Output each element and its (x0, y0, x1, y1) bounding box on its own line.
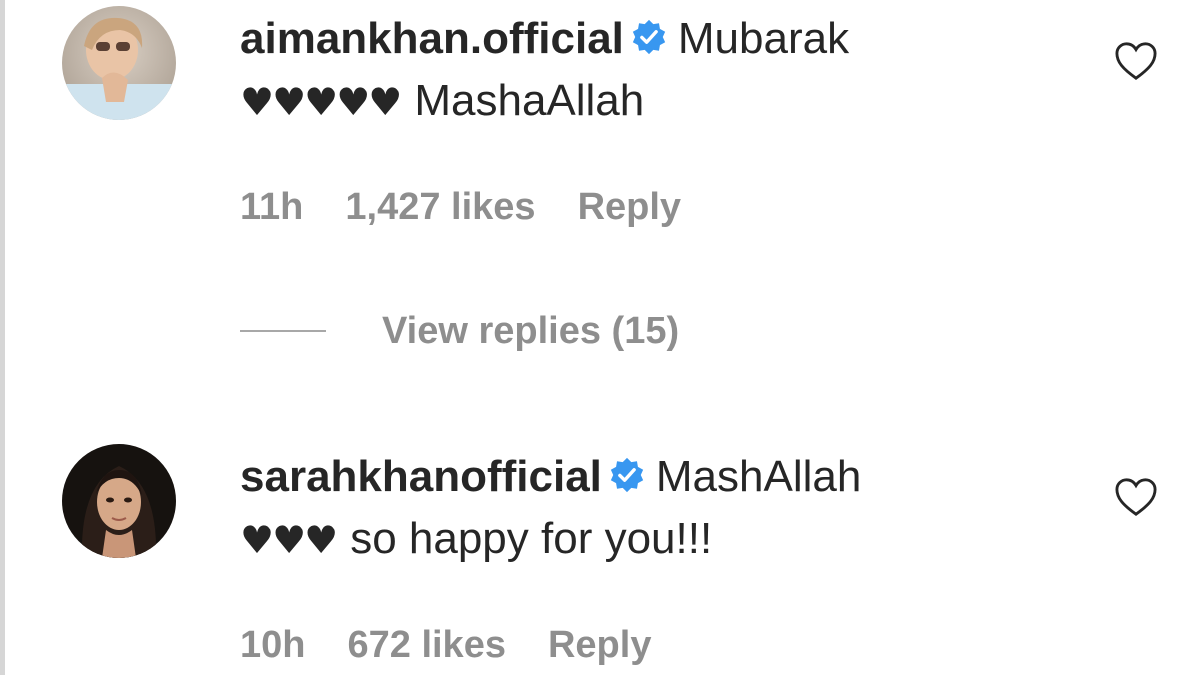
comment-body: sarahkhanofficial MashAllah ♥♥♥ so happy … (240, 446, 1060, 571)
comment-meta: 10h 672 likes Reply (240, 624, 693, 667)
reply-button[interactable]: Reply (578, 186, 681, 228)
comment-text-start: Mubarak (677, 14, 850, 63)
comment-body: aimankhan.official Mubarak ♥♥♥♥♥ MashaAll… (240, 8, 1060, 133)
heart-outline-icon[interactable] (1113, 476, 1159, 518)
comment-username[interactable]: aimankhan.official (240, 14, 624, 63)
comment-meta: 11h 1,427 likes Reply (240, 186, 723, 229)
panel-border (0, 0, 5, 675)
comment-likes-count[interactable]: 1,427 likes (345, 186, 535, 228)
verified-badge-icon (632, 19, 666, 55)
comment-username[interactable]: sarahkhanofficial (240, 452, 602, 501)
avatar[interactable] (62, 444, 176, 558)
reply-button[interactable]: Reply (548, 624, 651, 666)
comment-likes-count[interactable]: 672 likes (347, 624, 505, 666)
avatar[interactable] (62, 6, 176, 120)
view-replies-label[interactable]: View replies (15) (382, 310, 679, 353)
heart-outline-icon[interactable] (1113, 40, 1159, 82)
view-replies-button[interactable]: View replies (15) (240, 303, 679, 359)
hearts-emoji: ♥♥♥♥♥ (240, 80, 402, 124)
comment-text-start: MashAllah (655, 452, 862, 501)
comment-timestamp[interactable]: 11h (240, 186, 303, 228)
view-replies-line (240, 330, 326, 332)
comments-panel: aimankhan.official Mubarak ♥♥♥♥♥ MashaAll… (0, 0, 1200, 675)
comment-timestamp[interactable]: 10h (240, 624, 305, 666)
hearts-emoji: ♥♥♥ (240, 518, 338, 562)
verified-badge-icon (610, 457, 644, 493)
comment-text-end: MashaAllah (414, 76, 645, 125)
comment-text-end: so happy for you!!! (350, 514, 713, 563)
